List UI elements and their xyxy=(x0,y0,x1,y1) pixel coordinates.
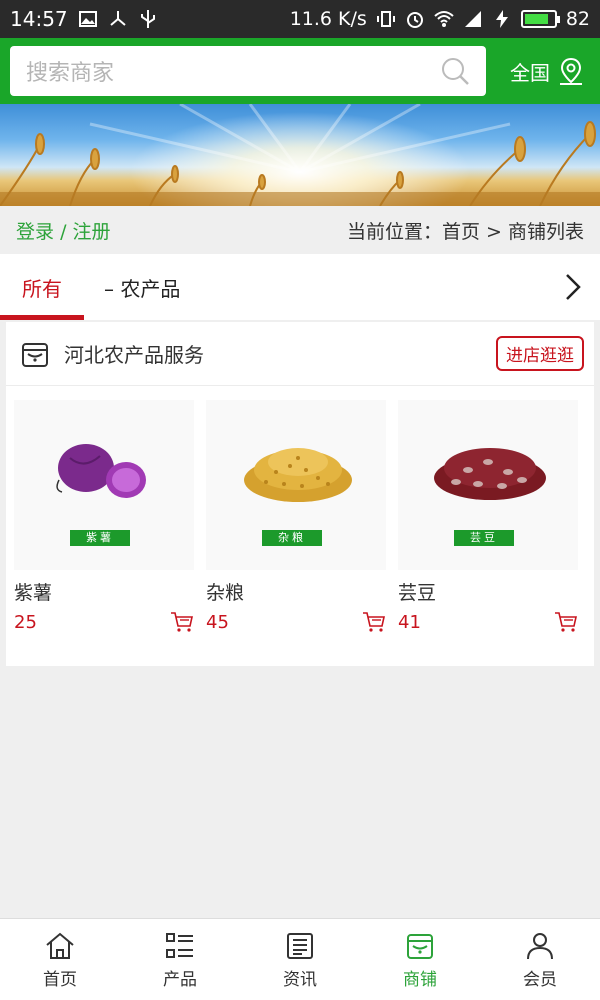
search-placeholder: 搜索商家 xyxy=(26,61,115,86)
visit-store-button[interactable]: 进店逛逛 xyxy=(496,336,584,371)
battery-icon xyxy=(520,10,560,28)
location-pin-icon xyxy=(560,57,582,85)
list-icon xyxy=(166,932,193,958)
nav-news[interactable]: 资讯 xyxy=(240,919,360,1000)
nav-member[interactable]: 会员 xyxy=(480,919,600,1000)
wifi-icon xyxy=(434,11,454,27)
chevron-right-icon[interactable] xyxy=(558,272,586,302)
product-tag: 杂粮 xyxy=(262,530,322,546)
nav-products-label: 产品 xyxy=(163,969,197,990)
banner-image xyxy=(0,104,600,206)
product-price: 41 xyxy=(398,611,421,633)
product-tag: 紫薯 xyxy=(70,530,130,546)
vibrate-icon xyxy=(376,11,395,27)
grain-pile-image xyxy=(244,448,352,502)
alarm-icon xyxy=(406,12,423,28)
image-notification-icon xyxy=(78,11,97,27)
bottom-navigation: 首页 产品 资讯 商铺 会员 xyxy=(0,918,600,1000)
product-name[interactable]: 芸豆 xyxy=(398,578,588,605)
product-image[interactable]: 杂粮 xyxy=(206,400,386,570)
product-list: 紫薯 紫薯 25 杂粮 杂粮 45 芸豆 芸豆 41 xyxy=(6,386,594,633)
purple-sweet-potato-image xyxy=(56,444,146,498)
store-icon xyxy=(22,342,48,367)
product-name[interactable]: 紫薯 xyxy=(14,578,204,605)
search-icon[interactable] xyxy=(440,56,470,86)
product-price: 45 xyxy=(206,611,229,633)
shop-icon xyxy=(407,933,433,959)
wheat-field-sun-image xyxy=(0,104,600,206)
battery-percent: 82 xyxy=(565,8,590,30)
signal-icon xyxy=(464,11,481,27)
news-icon xyxy=(287,932,313,959)
status-bar: 14:57 11.6 K/s 82 xyxy=(0,0,600,38)
kidney-beans-image xyxy=(434,448,546,500)
login-separator: / xyxy=(60,220,67,243)
breadcrumb: 当前位置：首页 > 商铺列表 xyxy=(347,220,584,243)
cart-icon[interactable] xyxy=(170,611,194,633)
cart-icon[interactable] xyxy=(554,611,578,633)
user-icon xyxy=(527,932,553,959)
product-card[interactable]: 芸豆 芸豆 41 xyxy=(396,400,588,633)
region-selector[interactable]: 全国 xyxy=(510,56,586,86)
product-price: 25 xyxy=(14,611,37,633)
shop-header: 河北农产品服务 进店逛逛 xyxy=(6,322,594,386)
nav-shops[interactable]: 商铺 xyxy=(360,919,480,1000)
status-time: 14:57 xyxy=(10,7,68,31)
nav-news-label: 资讯 xyxy=(283,969,317,990)
region-label: 全国 xyxy=(510,60,550,85)
register-link[interactable]: 注册 xyxy=(73,221,111,243)
cart-icon[interactable] xyxy=(362,611,386,633)
login-register-links: 登录 / 注册 xyxy=(16,217,111,244)
product-card[interactable]: 杂粮 杂粮 45 xyxy=(204,400,396,633)
tab-all[interactable]: 所有 xyxy=(0,254,84,320)
nav-shops-label: 商铺 xyxy=(403,969,437,990)
nav-products[interactable]: 产品 xyxy=(120,919,240,1000)
tab-agricultural-products[interactable]: – 农产品 xyxy=(84,254,180,320)
nav-member-label: 会员 xyxy=(523,969,557,990)
breadcrumb-bar: 登录 / 注册 当前位置：首页 > 商铺列表 xyxy=(0,206,600,254)
product-name[interactable]: 杂粮 xyxy=(206,578,396,605)
product-tag: 芸豆 xyxy=(454,530,514,546)
home-icon xyxy=(46,932,74,959)
shop-card: 河北农产品服务 进店逛逛 紫薯 紫薯 25 杂粮 杂粮 45 芸豆 芸豆 41 xyxy=(6,322,594,666)
network-speed: 11.6 K/s xyxy=(289,8,367,30)
product-image[interactable]: 芸豆 xyxy=(398,400,578,570)
nav-home-label: 首页 xyxy=(43,969,77,990)
usb-icon xyxy=(140,10,155,28)
category-tabs: 所有 – 农产品 xyxy=(0,254,600,320)
product-image[interactable]: 紫薯 xyxy=(14,400,194,570)
charging-icon xyxy=(495,10,508,28)
product-card[interactable]: 紫薯 紫薯 25 xyxy=(12,400,204,633)
share-notification-icon xyxy=(109,11,126,26)
app-header: 搜索商家 全国 xyxy=(0,38,600,104)
shop-name[interactable]: 河北农产品服务 xyxy=(64,339,204,368)
search-input[interactable]: 搜索商家 xyxy=(10,46,486,96)
nav-home[interactable]: 首页 xyxy=(0,919,120,1000)
login-link[interactable]: 登录 xyxy=(16,221,54,243)
